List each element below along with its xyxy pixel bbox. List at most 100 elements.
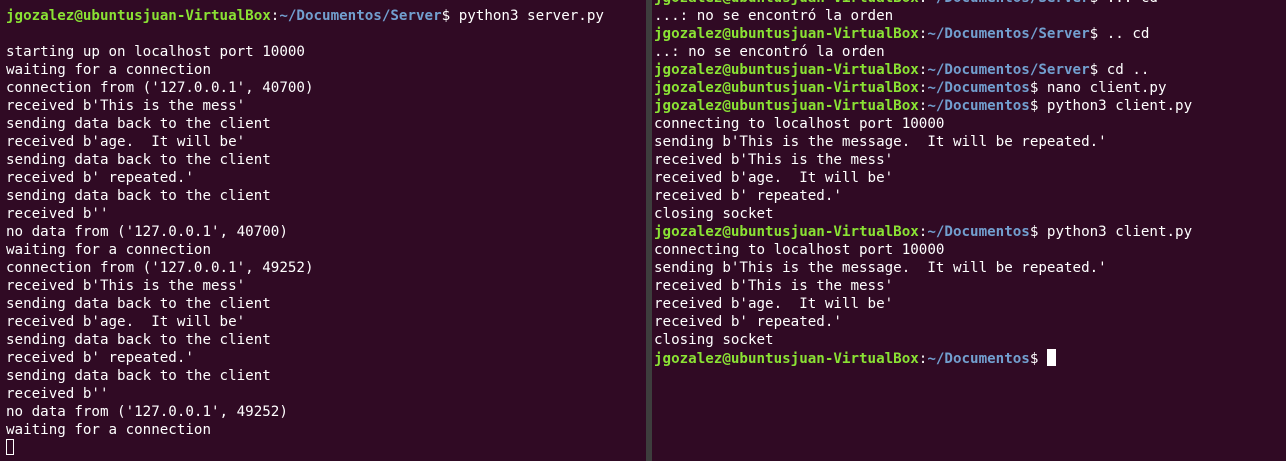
- prompt-user: jgozalez@ubuntusjuan-VirtualBox: [654, 224, 919, 240]
- output-line: connection from ('127.0.0.1', 49252): [6, 259, 604, 277]
- output-line: received b'This is the mess': [6, 277, 604, 295]
- prompt-command: ... cd: [1098, 0, 1158, 6]
- prompt-command: .. cd: [1098, 26, 1150, 42]
- prompt-user: jgozalez@ubuntusjuan-VirtualBox: [654, 62, 919, 78]
- output-line: sending data back to the client: [6, 367, 604, 385]
- output-text: ...: no se encontró la orden: [654, 8, 894, 24]
- prompt-line: jgozalez@ubuntusjuan-VirtualBox:~/Docume…: [654, 0, 1192, 7]
- output-line: received b'age. It will be': [654, 169, 1192, 187]
- output-text: received b'This is the mess': [6, 278, 246, 294]
- terminal-output-right: jgozalez@ubuntusjuan-VirtualBox:~/Docume…: [654, 0, 1192, 367]
- output-text: sending data back to the client: [6, 296, 271, 312]
- output-line: ...: no se encontró la orden: [654, 7, 1192, 25]
- prompt-path: ~/Documentos: [927, 80, 1030, 96]
- prompt-symbol: $: [1089, 62, 1099, 78]
- output-line: sending data back to the client: [6, 151, 604, 169]
- prompt-command: cd ..: [1098, 62, 1150, 78]
- output-text: sending data back to the client: [6, 188, 271, 204]
- prompt-line: jgozalez@ubuntusjuan-VirtualBox:~/Docume…: [6, 7, 604, 25]
- output-text: waiting for a connection: [6, 422, 211, 438]
- output-text: received b' repeated.': [654, 188, 842, 204]
- terminal-pane-left[interactable]: jgozalez@ubuntusjuan-VirtualBox:~/Docume…: [0, 0, 646, 461]
- output-text: connection from ('127.0.0.1', 40700): [6, 80, 314, 96]
- output-line: connecting to localhost port 10000: [654, 115, 1192, 133]
- output-text: sending data back to the client: [6, 116, 271, 132]
- prompt-symbol: $: [441, 8, 451, 24]
- prompt-user: jgozalez@ubuntusjuan-VirtualBox: [654, 351, 919, 367]
- text-cursor-inactive: [6, 439, 14, 455]
- output-line: received b'': [6, 205, 604, 223]
- prompt-user: jgozalez@ubuntusjuan-VirtualBox: [6, 8, 271, 24]
- prompt-user: jgozalez@ubuntusjuan-VirtualBox: [654, 26, 919, 42]
- prompt-line: jgozalez@ubuntusjuan-VirtualBox:~/Docume…: [654, 61, 1192, 79]
- prompt-path: ~/Documentos/Server: [927, 62, 1090, 78]
- output-line: received b' repeated.': [654, 313, 1192, 331]
- prompt-line: jgozalez@ubuntusjuan-VirtualBox:~/Docume…: [654, 79, 1192, 97]
- prompt-command: python3 client.py: [1038, 224, 1193, 240]
- output-line: starting up on localhost port 10000: [6, 43, 604, 61]
- cursor-line: [6, 439, 604, 457]
- output-text: waiting for a connection: [6, 242, 211, 258]
- output-line: waiting for a connection: [6, 241, 604, 259]
- prompt-path: ~/Documentos: [927, 98, 1030, 114]
- prompt-symbol: $: [1090, 0, 1099, 6]
- terminal-screen: jgozalez@ubuntusjuan-VirtualBox:~/Docume…: [0, 0, 1286, 461]
- output-line: connecting to localhost port 10000: [654, 241, 1192, 259]
- output-line: received b'': [6, 385, 604, 403]
- output-text: starting up on localhost port 10000: [6, 44, 305, 60]
- output-line: sending data back to the client: [6, 295, 604, 313]
- prompt-user: jgozalez@ubuntusjuan-VirtualBox: [654, 98, 919, 114]
- terminal-pane-right[interactable]: jgozalez@ubuntusjuan-VirtualBox:~/Docume…: [652, 0, 1286, 461]
- prompt-user: jgozalez@ubuntusjuan-VirtualBox: [654, 0, 919, 6]
- output-line: ..: no se encontró la orden: [654, 43, 1192, 61]
- prompt-line: jgozalez@ubuntusjuan-VirtualBox:~/Docume…: [654, 349, 1192, 367]
- output-text: received b'This is the mess': [654, 152, 894, 168]
- prompt-path: ~/Documentos/Server: [927, 26, 1090, 42]
- output-text: connecting to localhost port 10000: [654, 116, 945, 132]
- output-line: received b'This is the mess': [654, 151, 1192, 169]
- output-text: closing socket: [654, 332, 774, 348]
- output-text: no data from ('127.0.0.1', 49252): [6, 404, 288, 420]
- output-text: received b' repeated.': [654, 314, 842, 330]
- prompt-command: python3 server.py: [450, 8, 604, 24]
- output-line: waiting for a connection: [6, 61, 604, 79]
- prompt-command: nano client.py: [1038, 80, 1167, 96]
- output-line: received b' repeated.': [6, 169, 604, 187]
- output-line: received b'This is the mess': [6, 97, 604, 115]
- terminal-output-left: jgozalez@ubuntusjuan-VirtualBox:~/Docume…: [6, 7, 604, 457]
- prompt-path: ~/Documentos/Server: [279, 8, 442, 24]
- output-text: sending data back to the client: [6, 152, 271, 168]
- prompt-command: [1038, 351, 1047, 367]
- output-text: received b' repeated.': [6, 350, 194, 366]
- output-text: received b'': [6, 386, 109, 402]
- prompt-line: jgozalez@ubuntusjuan-VirtualBox:~/Docume…: [654, 97, 1192, 115]
- output-text: connection from ('127.0.0.1', 49252): [6, 260, 314, 276]
- output-text: received b'This is the mess': [654, 278, 894, 294]
- prompt-symbol: $: [1089, 26, 1099, 42]
- output-text: received b'age. It will be': [654, 296, 894, 312]
- output-text: sending data back to the client: [6, 332, 271, 348]
- output-line: sending data back to the client: [6, 331, 604, 349]
- output-text: received b'': [6, 206, 109, 222]
- output-line: received b' repeated.': [654, 187, 1192, 205]
- output-text: connecting to localhost port 10000: [654, 242, 945, 258]
- output-text: no data from ('127.0.0.1', 40700): [6, 224, 288, 240]
- prompt-path: ~/Documentos: [927, 224, 1030, 240]
- output-line: connection from ('127.0.0.1', 40700): [6, 79, 604, 97]
- text-cursor: [1046, 349, 1056, 366]
- output-line: sending data back to the client: [6, 115, 604, 133]
- output-text: received b'age. It will be': [654, 170, 894, 186]
- prompt-user: jgozalez@ubuntusjuan-VirtualBox: [654, 80, 919, 96]
- output-text: received b'This is the mess': [6, 98, 246, 114]
- output-line: closing socket: [654, 205, 1192, 223]
- output-line: closing socket: [654, 331, 1192, 349]
- output-text: closing socket: [654, 206, 774, 222]
- output-text: received b' repeated.': [6, 170, 194, 186]
- prompt-command: python3 client.py: [1038, 98, 1193, 114]
- output-line: sending data back to the client: [6, 187, 604, 205]
- output-line: no data from ('127.0.0.1', 40700): [6, 223, 604, 241]
- output-text: ..: no se encontró la orden: [654, 44, 885, 60]
- output-line: sending b'This is the message. It will b…: [654, 133, 1192, 151]
- output-line: received b'age. It will be': [6, 313, 604, 331]
